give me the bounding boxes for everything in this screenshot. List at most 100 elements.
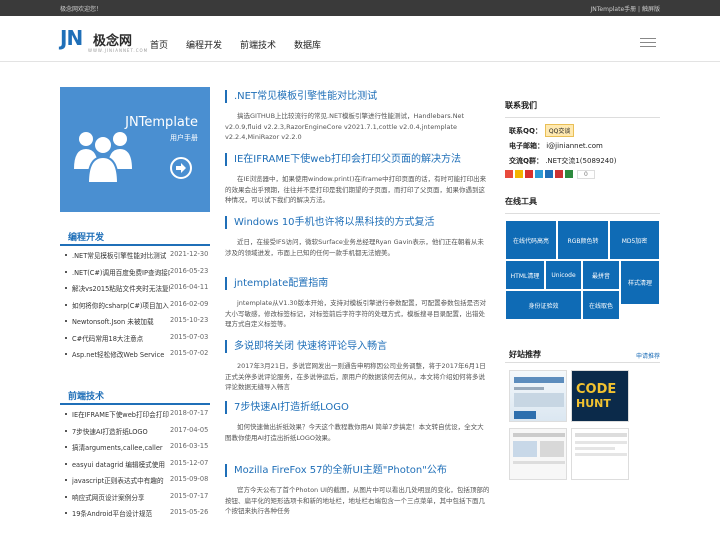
sidebar-item-title[interactable]: .NET常见模板引擎性能对比测试	[72, 250, 170, 260]
group-label: 交流Q群：	[509, 157, 543, 165]
email-value[interactable]: i@jiniannet.com	[546, 142, 603, 150]
share-douban-icon[interactable]	[565, 170, 573, 178]
share-tencent-icon[interactable]	[535, 170, 543, 178]
nav-database[interactable]: 数据库	[294, 38, 321, 51]
sidebar-frontend-title: 前端技术	[60, 389, 210, 405]
sidebar-item-date: 2015-07-03	[170, 332, 209, 341]
sidebar-item-title[interactable]: 7步快速AI打造折纸LOGO	[72, 426, 170, 436]
sidebar-item-title[interactable]: 搞清arguments,callee,caller	[72, 442, 170, 452]
tool-tile[interactable]: 身份证验效	[505, 290, 582, 320]
tools-grid: 在线代码高亮 RGB颜色转 MD5加密 HTML清理 Unicode 最拼音 样式清理身份证…	[505, 220, 660, 320]
sidebar-dev-list: .NET常见模板引擎性能对比测试 2021-12-30 .NET(C#)调用百度免费…	[60, 250, 210, 366]
sidebar-item-title[interactable]: javascript正则表达式中有趣的	[72, 475, 170, 485]
svg-text:HUNT: HUNT	[576, 397, 611, 410]
sidebar-item[interactable]: 响应式网页设计案例分享 2015-07-17	[60, 492, 210, 509]
sidebar-item[interactable]: javascript正则表达式中有趣的 2015-09-08	[60, 475, 210, 492]
article-title[interactable]: IE在IFRAME下使web打印会打印父页面的解决方法	[225, 153, 490, 166]
sidebar-item[interactable]: Newtonsoft.Json 未被加载 2015-10-23	[60, 316, 210, 333]
sidebar-item-date: 2015-07-17	[170, 491, 209, 500]
contact-qq: 联系QQ： QQ交谈	[509, 124, 575, 137]
sidebar-item[interactable]: .NET常见模板引擎性能对比测试 2021-12-30	[60, 250, 210, 267]
friend-thumb-2[interactable]: CODE HUNT	[571, 370, 629, 422]
article-title[interactable]: jntemplate配置指南	[225, 277, 490, 290]
sidebar-item[interactable]: .NET(C#)调用百度免费IP查询接口2016-05-23	[60, 267, 210, 284]
contact-title: 联系我们	[505, 100, 660, 118]
article-title[interactable]: 多说即将关闭 快速将评论导入畅言	[225, 340, 490, 353]
nav-home[interactable]: 首页	[150, 38, 168, 51]
header: JN 极念网 WWW.JINIANNET.COM 首页 编程开发 前端技术 数据…	[0, 16, 720, 62]
tool-tile[interactable]: MD5加密	[609, 220, 660, 260]
sidebar-item-title[interactable]: 19条Android平台设计规范	[72, 508, 170, 518]
sidebar-item[interactable]: IE在IFRAME下使web打印会打印2018-07-17	[60, 409, 210, 426]
menu-icon[interactable]	[640, 38, 656, 50]
friend-thumb-4[interactable]	[571, 428, 629, 480]
sidebar-frontend: 前端技术 IE在IFRAME下使web打印会打印2018-07-17 7步快速AI…	[60, 389, 210, 525]
logo-mark: JN	[60, 26, 83, 50]
share-qzone-icon[interactable]	[515, 170, 523, 178]
tool-tile[interactable]: Unicode	[545, 260, 582, 290]
tool-tile[interactable]: HTML清理	[505, 260, 545, 290]
article-title[interactable]: Windows 10手机也许将以黑科技的方式复活	[225, 216, 490, 229]
tool-tile[interactable]: 样式清理	[620, 260, 660, 305]
sidebar-item-date: 2016-04-11	[170, 283, 209, 291]
svg-text:CODE: CODE	[576, 382, 616, 397]
site-logo[interactable]: JN 极念网 WWW.JINIANNET.COM	[60, 26, 147, 56]
jntemplate-promo[interactable]: JNTemplate 用户手册	[60, 87, 210, 212]
article-title[interactable]: 7步快速AI打造折纸LOGO	[225, 401, 490, 414]
sidebar-item-title[interactable]: .NET(C#)调用百度免费IP查询接口	[72, 267, 170, 277]
nav-frontend[interactable]: 前端技术	[240, 38, 276, 51]
sidebar-item-title[interactable]: 响应式网页设计案例分享	[72, 492, 170, 502]
sidebar-item[interactable]: easyui datagrid 编辑模式使用 2015-12-07	[60, 459, 210, 476]
sidebar-item-date: 2017-04-05	[170, 425, 209, 434]
sidebar-item[interactable]: 如何将你的csharp(C#)项目加入2016-02-09	[60, 300, 210, 317]
sidebar-item-title[interactable]: 如何将你的csharp(C#)项目加入	[72, 300, 170, 310]
sidebar-item[interactable]: 19条Android平台设计规范 2015-05-26	[60, 508, 210, 525]
logo-name: 极念网	[93, 34, 133, 49]
tools-title: 在线工具	[505, 196, 660, 214]
qq-label: 联系QQ：	[509, 127, 542, 135]
share-count: 0	[577, 170, 595, 179]
sidebar-item-title[interactable]: Newtonsoft.Json 未被加载	[72, 316, 170, 326]
article-item: Mozilla FireFox 57的全新UI主题"Photon"公布官方今天公…	[225, 464, 490, 517]
arrow-right-icon[interactable]	[170, 157, 192, 179]
sidebar-item[interactable]: 搞清arguments,callee,caller 2016-03-15	[60, 442, 210, 459]
contact-panel: 联系我们	[505, 100, 660, 118]
sidebar-dev: 编程开发 .NET常见模板引擎性能对比测试 2021-12-30 .NET(C#)调…	[60, 230, 210, 366]
top-links[interactable]: JNTemplate手册 | 触屏版	[591, 4, 660, 13]
tool-tile[interactable]: 在线代码高亮	[505, 220, 557, 260]
sidebar-item[interactable]: 解决vs2015粘贴文件夹时无法复制2016-04-11	[60, 283, 210, 300]
article-title[interactable]: .NET常见模板引擎性能对比测试	[225, 90, 490, 103]
share-weibo-icon[interactable]	[525, 170, 533, 178]
sidebar-item[interactable]: Asp.net轻松修改Web Service 2015-07-02	[60, 349, 210, 366]
share-kaixin-icon[interactable]	[555, 170, 563, 178]
promo-title: JNTemplate	[125, 115, 198, 130]
sidebar-item-date: 2015-09-08	[170, 475, 209, 483]
sidebar-item-title[interactable]: 解决vs2015粘贴文件夹时无法复制	[72, 283, 170, 293]
sidebar-item-date: 2016-05-23	[170, 266, 209, 275]
tool-tile[interactable]: 最拼音	[582, 260, 620, 290]
sidebar-item-title[interactable]: IE在IFRAME下使web打印会打印	[72, 409, 170, 419]
contact-group: 交流Q群： .NET交流1(5089240)	[509, 156, 616, 166]
sidebar-item-date: 2015-10-23	[170, 316, 209, 324]
top-bar: 极念网欢迎您！ JNTemplate手册 | 触屏版	[0, 0, 720, 16]
article-summary: 在IE浏览器中，如果使用window.print()在iframe中打印页面的话…	[225, 175, 487, 204]
friends-apply-link[interactable]: 申请推荐	[636, 351, 660, 360]
tool-tile[interactable]: 在线取色	[582, 290, 620, 320]
group-value[interactable]: .NET交流1(5089240)	[545, 157, 616, 165]
sidebar-item[interactable]: 7步快速AI打造折纸LOGO 2017-04-05	[60, 426, 210, 443]
sidebar-item-title[interactable]: Asp.net轻松修改Web Service	[72, 349, 170, 359]
article-summary: 官方今天公布了首个Photon UI的截图，从图片中可以看出几处明显的变化，包括…	[225, 486, 490, 515]
sidebar-item-title[interactable]: easyui datagrid 编辑模式使用	[72, 459, 170, 469]
nav-dev[interactable]: 编程开发	[186, 38, 222, 51]
friends-title: 好站推荐	[509, 350, 541, 359]
sidebar-item-title[interactable]: C#代码常用18大注意点	[72, 333, 170, 343]
tool-tile[interactable]: RGB颜色转	[557, 220, 609, 260]
article-title[interactable]: Mozilla FireFox 57的全新UI主题"Photon"公布	[225, 464, 490, 477]
sidebar-item[interactable]: C#代码常用18大注意点 2015-07-03	[60, 333, 210, 350]
friend-thumb-3[interactable]	[509, 428, 567, 480]
share-plus-icon[interactable]	[505, 170, 513, 178]
article-item: .NET常见模板引擎性能对比测试 搞选GITHUB上比较流行的常见.NET模板引擎…	[225, 90, 490, 143]
share-renren-icon[interactable]	[545, 170, 553, 178]
qq-chat-button[interactable]: QQ交谈	[544, 124, 575, 137]
friend-thumb-1[interactable]	[509, 370, 567, 422]
